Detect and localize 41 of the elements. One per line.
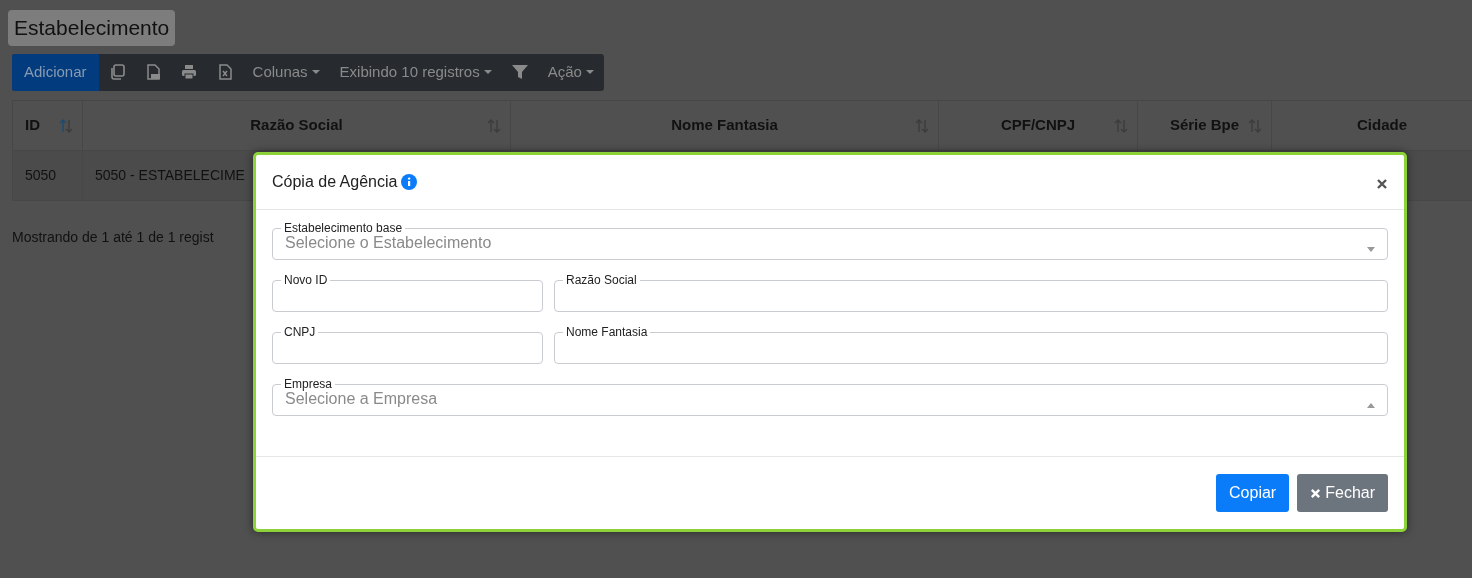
- table-info: Mostrando de 1 até 1 de 1 regist: [12, 227, 214, 247]
- dropdown-button[interactable]: Ação: [537, 53, 604, 91]
- filter-icon[interactable]: [511, 64, 528, 80]
- field-label: Nome Fantasia: [565, 326, 649, 338]
- field-label: Empresa: [283, 378, 334, 390]
- input-field[interactable]: Novo ID: [272, 274, 543, 312]
- table-cell: 5050: [25, 166, 57, 183]
- dropdown-button[interactable]: Exibindo 10 registros: [329, 53, 502, 91]
- column-header[interactable]: CPF/CNPJ: [938, 100, 1138, 150]
- table-cell: 5050 - ESTABELECIME: [95, 166, 245, 183]
- page-title: Estabelecimento: [8, 10, 176, 46]
- copy-button[interactable]: Copiar: [1216, 474, 1290, 512]
- column-header[interactable]: Nome Fantasia: [510, 100, 939, 150]
- close-icon[interactable]: [1376, 177, 1388, 190]
- caret-icon[interactable]: [1367, 247, 1375, 252]
- caret-icon[interactable]: [1367, 403, 1375, 408]
- pdf-file-icon[interactable]: [144, 64, 161, 80]
- field-label: Razão Social: [565, 274, 638, 286]
- column-header[interactable]: Série Bpe: [1137, 100, 1272, 150]
- print-icon[interactable]: [180, 64, 197, 80]
- placeholder-text: Selecione o Estabelecimento: [285, 233, 492, 253]
- select-field[interactable]: Empresa Selecione a Empresa: [272, 378, 1388, 416]
- field-label: Estabelecimento base: [283, 222, 404, 234]
- placeholder-text: Selecione a Empresa: [285, 390, 438, 409]
- close-icon: [1310, 488, 1322, 499]
- excel-file-icon[interactable]: [216, 64, 233, 80]
- column-header[interactable]: Razão Social: [82, 100, 511, 150]
- select-field[interactable]: Estabelecimento base Selecione o Estabelecimento: [272, 222, 1388, 260]
- input-field[interactable]: Nome Fantasia: [554, 326, 1388, 364]
- info-icon[interactable]: [401, 174, 418, 190]
- copy-icon[interactable]: [108, 64, 125, 80]
- column-header[interactable]: Cidade: [1271, 100, 1472, 150]
- column-header[interactable]: ID: [12, 100, 83, 150]
- input-field[interactable]: Razão Social: [554, 274, 1388, 312]
- close-button[interactable]: Fechar: [1297, 474, 1388, 512]
- input-field[interactable]: CNPJ: [272, 326, 543, 364]
- dialog-title: Cópia de Agência: [272, 172, 398, 192]
- add-button[interactable]: Adicionar: [12, 53, 99, 91]
- field-label: Novo ID: [283, 274, 329, 286]
- dropdown-button[interactable]: Colunas: [242, 53, 330, 91]
- field-label: CNPJ: [283, 326, 317, 338]
